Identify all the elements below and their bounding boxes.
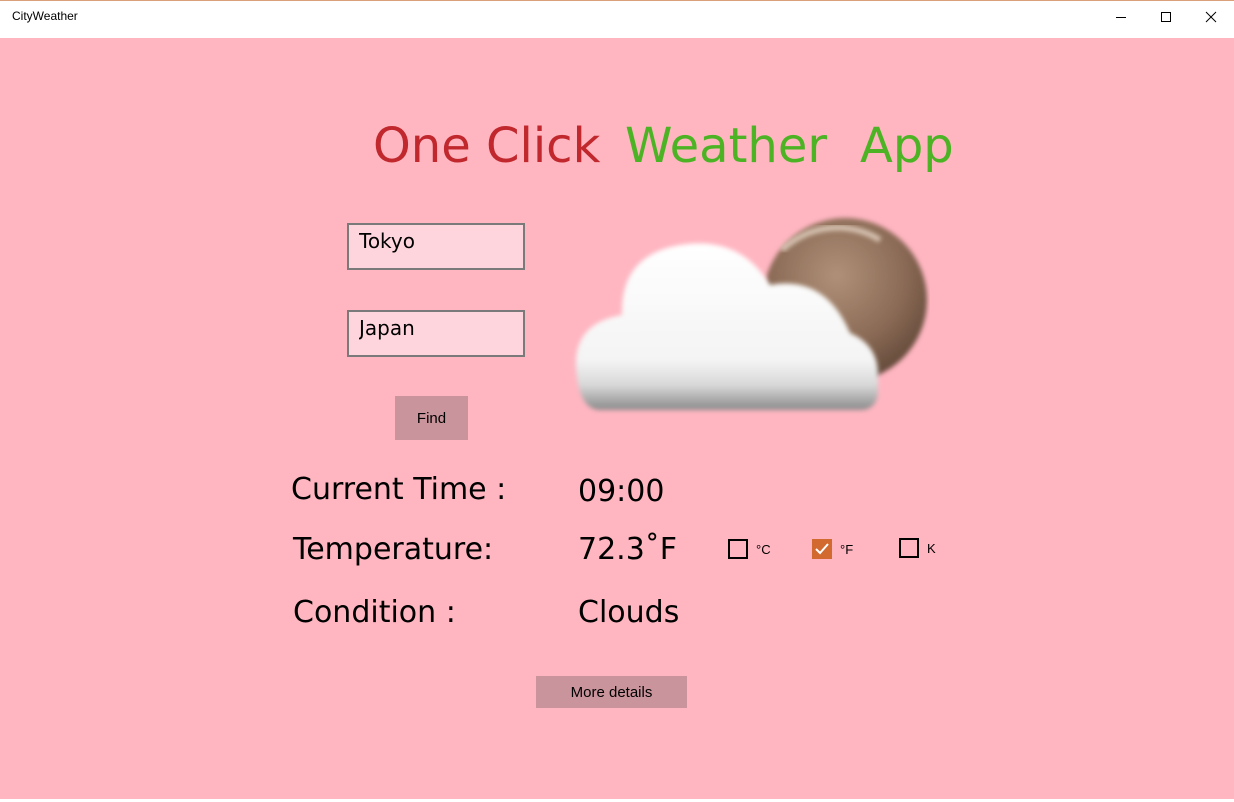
fahrenheit-checkbox[interactable] <box>812 539 832 559</box>
heading-app: App <box>860 118 954 174</box>
celsius-label: °C <box>756 541 771 557</box>
title-bar: CityWeather <box>0 0 1234 38</box>
current-time-label: Current Time : <box>291 472 507 507</box>
cloud-with-moon-icon <box>560 205 930 430</box>
celsius-checkbox[interactable] <box>728 539 748 559</box>
temperature-value: 72.3˚F <box>578 532 678 567</box>
kelvin-checkbox[interactable] <box>899 538 919 558</box>
checkmark-icon <box>815 543 829 555</box>
fahrenheit-label: °F <box>840 541 854 557</box>
window-title: CityWeather <box>12 9 78 23</box>
close-button[interactable] <box>1188 2 1234 32</box>
close-icon <box>1205 11 1217 23</box>
more-details-button[interactable]: More details <box>536 676 687 708</box>
current-time-value: 09:00 <box>578 474 665 509</box>
heading-one-click: One Click <box>373 118 601 174</box>
kelvin-label: K <box>927 540 936 556</box>
unit-kelvin-option[interactable]: K <box>899 538 936 558</box>
condition-value: Clouds <box>578 595 680 630</box>
minimize-icon <box>1116 17 1126 18</box>
temperature-label: Temperature: <box>293 532 494 567</box>
country-input[interactable] <box>347 310 525 357</box>
heading-weather: Weather <box>625 118 828 174</box>
condition-label: Condition : <box>293 595 456 630</box>
maximize-icon <box>1161 12 1171 22</box>
unit-celsius-option[interactable]: °C <box>728 539 771 559</box>
find-button[interactable]: Find <box>395 396 468 440</box>
maximize-button[interactable] <box>1143 2 1189 32</box>
unit-fahrenheit-option[interactable]: °F <box>812 539 853 559</box>
city-input[interactable] <box>347 223 525 270</box>
minimize-button[interactable] <box>1098 2 1144 32</box>
